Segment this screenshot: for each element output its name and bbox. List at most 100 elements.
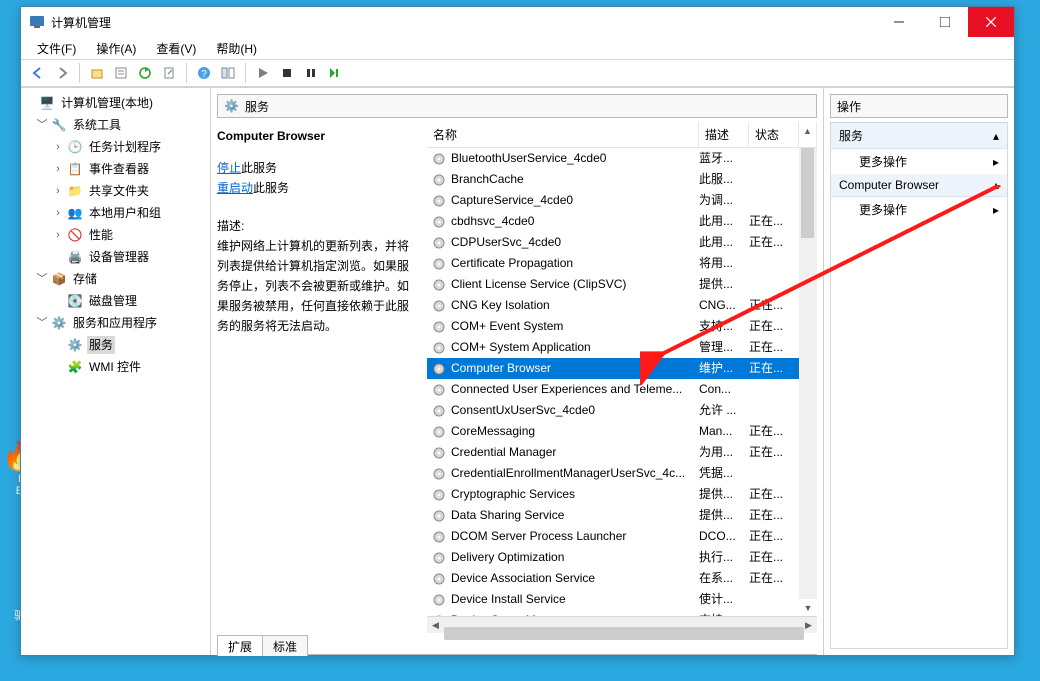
service-row[interactable]: Computer Browser维护...正在... xyxy=(427,358,799,379)
tree-disk-mgmt[interactable]: 💽磁盘管理 xyxy=(23,290,208,312)
service-row[interactable]: CoreMessagingMan...正在... xyxy=(427,421,799,442)
gear-icon xyxy=(431,340,447,356)
menu-file[interactable]: 文件(F) xyxy=(27,38,86,59)
service-row[interactable]: Certificate Propagation将用... xyxy=(427,253,799,274)
scroll-down-button[interactable]: ▼ xyxy=(799,599,817,616)
svg-text:?: ? xyxy=(201,69,207,80)
selected-service-name: Computer Browser xyxy=(217,126,417,146)
collapse-icon: ▴ xyxy=(993,129,999,143)
back-button[interactable] xyxy=(27,62,49,84)
maximize-button[interactable] xyxy=(922,7,968,37)
properties-button[interactable] xyxy=(110,62,132,84)
service-row[interactable]: BluetoothUserService_4cde0蓝牙... xyxy=(427,148,799,169)
gear-icon xyxy=(431,466,447,482)
refresh-button[interactable] xyxy=(134,62,156,84)
close-button[interactable] xyxy=(968,7,1014,37)
service-row[interactable]: Cryptographic Services提供...正在... xyxy=(427,484,799,505)
vertical-scrollbar[interactable]: ▼ xyxy=(799,148,817,616)
titlebar[interactable]: 计算机管理 xyxy=(21,7,1014,37)
service-name: Client License Service (ClipSVC) xyxy=(451,275,626,294)
up-button[interactable] xyxy=(86,62,108,84)
tree-performance[interactable]: ›🚫性能 xyxy=(23,224,208,246)
actions-item-more1[interactable]: 更多操作▸ xyxy=(831,149,1007,174)
gear-icon xyxy=(431,571,447,587)
show-hide-button[interactable] xyxy=(217,62,239,84)
export-button[interactable] xyxy=(158,62,180,84)
scroll-up-button[interactable]: ▲ xyxy=(799,122,816,139)
service-desc: Con... xyxy=(699,380,749,399)
service-desc: 允许 ... xyxy=(699,401,749,420)
gear-icon xyxy=(431,508,447,524)
tree-shared-folders[interactable]: ›📁共享文件夹 xyxy=(23,180,208,202)
tree-storage[interactable]: ﹀📦存储 xyxy=(23,268,208,290)
tree-local-users[interactable]: ›👥本地用户和组 xyxy=(23,202,208,224)
help-button[interactable]: ? xyxy=(193,62,215,84)
col-desc[interactable]: 描述 xyxy=(699,122,749,147)
service-row[interactable]: ConsentUxUserSvc_4cde0允许 ... xyxy=(427,400,799,421)
service-row[interactable]: Device Association Service在系...正在... xyxy=(427,568,799,589)
actions-item-more2[interactable]: 更多操作▸ xyxy=(831,197,1007,222)
service-row[interactable]: Credential Manager为用...正在... xyxy=(427,442,799,463)
service-desc: 执行... xyxy=(699,548,749,567)
nav-tree[interactable]: 🖥️计算机管理(本地) ﹀🔧系统工具 ›🕒任务计划程序 ›📋事件查看器 ›📁共享… xyxy=(21,88,211,655)
actions-group-services[interactable]: 服务▴ xyxy=(831,123,1007,149)
tree-services-apps[interactable]: ﹀⚙️服务和应用程序 xyxy=(23,312,208,334)
minimize-button[interactable] xyxy=(876,7,922,37)
tree-wmi[interactable]: 🧩WMI 控件 xyxy=(23,356,208,378)
menu-action[interactable]: 操作(A) xyxy=(86,38,146,59)
service-status: 正在... xyxy=(749,506,799,525)
tree-system-tools[interactable]: ﹀🔧系统工具 xyxy=(23,114,208,136)
service-list[interactable]: 名称 描述 状态 ▲ BluetoothUserService_4cde0蓝牙.… xyxy=(427,122,817,633)
service-row[interactable]: COM+ System Application管理...正在... xyxy=(427,337,799,358)
actions-group-selected[interactable]: Computer Browser▴ xyxy=(831,174,1007,197)
scroll-thumb[interactable] xyxy=(801,148,814,238)
service-row[interactable]: CNG Key IsolationCNG...正在... xyxy=(427,295,799,316)
service-name: Certificate Propagation xyxy=(451,254,573,273)
service-row[interactable]: BranchCache此服... xyxy=(427,169,799,190)
horizontal-scrollbar[interactable]: ◀ ▶ xyxy=(427,616,817,633)
tab-standard[interactable]: 标准 xyxy=(262,635,308,656)
tab-extended[interactable]: 扩展 xyxy=(217,635,263,656)
service-desc: 维护... xyxy=(699,359,749,378)
list-header[interactable]: 名称 描述 状态 ▲ xyxy=(427,122,817,148)
service-name: Delivery Optimization xyxy=(451,548,564,567)
pause-service-button[interactable] xyxy=(300,62,322,84)
stop-link[interactable]: 停止 xyxy=(217,161,241,175)
stop-service-button[interactable] xyxy=(276,62,298,84)
service-status: 正在... xyxy=(749,296,799,315)
tree-event-viewer[interactable]: ›📋事件查看器 xyxy=(23,158,208,180)
service-row[interactable]: DCOM Server Process LauncherDCO...正在... xyxy=(427,526,799,547)
service-row[interactable]: Delivery Optimization执行...正在... xyxy=(427,547,799,568)
start-service-button[interactable] xyxy=(252,62,274,84)
tree-root[interactable]: 🖥️计算机管理(本地) xyxy=(23,92,208,114)
service-row[interactable]: CDPUserSvc_4cde0此用...正在... xyxy=(427,232,799,253)
col-name[interactable]: 名称 xyxy=(427,122,699,147)
desc-text: 维护网络上计算机的更新列表，并将列表提供给计算机指定浏览。如果服务停止，列表不会… xyxy=(217,236,417,336)
service-row[interactable]: cbdhsvc_4cde0此用...正在... xyxy=(427,211,799,232)
service-row[interactable]: CredentialEnrollmentManagerUserSvc_4c...… xyxy=(427,463,799,484)
gear-icon xyxy=(431,151,447,167)
service-name: Computer Browser xyxy=(451,359,551,378)
service-row[interactable]: Data Sharing Service提供...正在... xyxy=(427,505,799,526)
forward-button[interactable] xyxy=(51,62,73,84)
gear-icon xyxy=(431,277,447,293)
tree-device-manager[interactable]: 🖨️设备管理器 xyxy=(23,246,208,268)
users-icon: 👥 xyxy=(67,205,83,221)
restart-link[interactable]: 重启动 xyxy=(217,181,253,195)
service-row[interactable]: Client License Service (ClipSVC)提供... xyxy=(427,274,799,295)
service-name: CDPUserSvc_4cde0 xyxy=(451,233,561,252)
service-detail: Computer Browser 停止此服务 重启动此服务 描述: 维护网络上计… xyxy=(217,122,427,633)
service-row[interactable]: Connected User Experiences and Teleme...… xyxy=(427,379,799,400)
col-status[interactable]: 状态 xyxy=(749,122,799,147)
tree-task-scheduler[interactable]: ›🕒任务计划程序 xyxy=(23,136,208,158)
tree-services[interactable]: ⚙️服务 xyxy=(23,334,208,356)
hscroll-thumb[interactable] xyxy=(444,627,804,640)
computer-icon: 🖥️ xyxy=(39,95,55,111)
scroll-left-button[interactable]: ◀ xyxy=(427,617,444,634)
menu-view[interactable]: 查看(V) xyxy=(146,38,206,59)
service-row[interactable]: CaptureService_4cde0为调... xyxy=(427,190,799,211)
restart-service-button[interactable] xyxy=(324,62,346,84)
menu-help[interactable]: 帮助(H) xyxy=(206,38,267,59)
service-row[interactable]: COM+ Event System支持...正在... xyxy=(427,316,799,337)
service-row[interactable]: Device Install Service使计... xyxy=(427,589,799,610)
